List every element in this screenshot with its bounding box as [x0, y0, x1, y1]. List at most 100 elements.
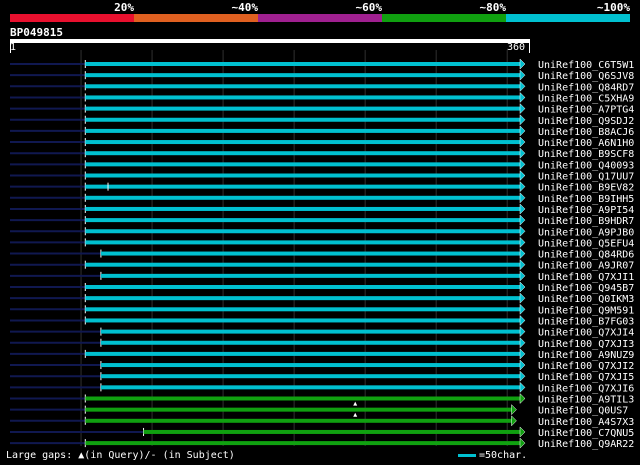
hit-name-link[interactable]: UniRef100_Q7XJI2	[538, 361, 634, 372]
alignment-plot: UniRef100_C6T5W1UniRef100_Q6SJV8UniRef10…	[10, 50, 634, 450]
hit-end-arrow	[519, 80, 526, 92]
hit-name-link[interactable]: UniRef100_C5XHA9	[538, 93, 634, 104]
gap-legend-query: (in Query)/	[84, 450, 151, 461]
hit-alignment-bar[interactable]	[85, 318, 520, 323]
hit-alignment-bar[interactable]	[85, 296, 520, 301]
hit-alignment-bar[interactable]	[100, 385, 520, 390]
hit-alignment-bar[interactable]	[100, 329, 520, 334]
hit-name-link[interactable]: UniRef100_B9IHH5	[538, 194, 634, 205]
hit-end-arrow	[519, 225, 526, 237]
hit-end-arrow	[519, 214, 526, 226]
hit-alignment-bar[interactable]	[100, 374, 520, 379]
hit-name-link[interactable]: UniRef100_Q9AR22	[538, 439, 634, 450]
hit-alignment-bar[interactable]	[85, 396, 520, 401]
hit-alignment-bar[interactable]	[85, 229, 520, 234]
hit-alignment-bar[interactable]	[85, 162, 520, 167]
hit-end-arrow	[519, 192, 526, 204]
hit-alignment-bar[interactable]	[100, 340, 520, 345]
gap-legend-subject: - (in Subject)	[150, 450, 235, 461]
hit-alignment-bar[interactable]	[85, 351, 520, 356]
hit-end-arrow	[519, 247, 526, 260]
hit-name-link[interactable]: UniRef100_Q7XJI3	[538, 339, 634, 350]
query-gap-marker	[353, 412, 358, 417]
hit-end-arrow	[519, 91, 526, 104]
hit-name-link[interactable]: UniRef100_B9HDR7	[538, 216, 634, 227]
hit-alignment-bar[interactable]	[85, 184, 520, 189]
hit-alignment-bar[interactable]	[85, 128, 520, 133]
hit-end-arrow	[519, 437, 526, 449]
hit-alignment-bar[interactable]	[85, 106, 520, 111]
hit-alignment-bar[interactable]	[85, 84, 520, 89]
hit-alignment-bar[interactable]	[85, 140, 520, 145]
hit-alignment-bar[interactable]	[85, 407, 512, 412]
hit-name-link[interactable]: UniRef100_A9TIL3	[538, 395, 634, 406]
hit-alignment-bar[interactable]	[85, 206, 520, 211]
hit-name-link[interactable]: UniRef100_Q7XJI1	[538, 272, 634, 283]
hit-alignment-bar[interactable]	[85, 307, 520, 312]
hit-alignment-bar[interactable]	[85, 151, 520, 156]
hit-alignment-bar[interactable]	[100, 363, 520, 368]
hit-name-link[interactable]: UniRef100_Q7XJI4	[538, 328, 634, 339]
hit-end-arrow	[519, 259, 526, 271]
hit-end-arrow	[519, 292, 526, 304]
hit-alignment-bar[interactable]	[85, 240, 520, 245]
hit-name-link[interactable]: UniRef100_Q84RD7	[538, 82, 634, 93]
hit-alignment-bar[interactable]	[85, 262, 520, 267]
hit-name-link[interactable]: UniRef100_A9JR07	[538, 261, 634, 272]
hit-end-arrow	[519, 270, 526, 282]
hit-end-arrow	[519, 314, 526, 327]
hit-alignment-bar[interactable]	[100, 273, 520, 278]
hit-end-arrow	[519, 181, 526, 193]
hit-name-link[interactable]: UniRef100_Q9M591	[538, 305, 634, 316]
hit-alignment-bar[interactable]	[85, 441, 520, 446]
hit-alignment-bar[interactable]	[85, 218, 520, 223]
hit-name-link[interactable]: UniRef100_A9PI54	[538, 205, 634, 216]
hit-name-link[interactable]: UniRef100_A7PTG4	[538, 105, 634, 116]
hit-alignment-bar[interactable]	[85, 285, 520, 289]
hit-name-link[interactable]: UniRef100_Q84RD6	[538, 250, 634, 261]
hit-alignment-bar[interactable]	[85, 418, 512, 423]
hit-end-arrow	[519, 392, 526, 405]
hit-name-link[interactable]: UniRef100_B9SCF8	[538, 149, 634, 160]
hit-name-link[interactable]: UniRef100_Q5EFU4	[538, 238, 634, 249]
hit-end-arrow	[519, 169, 526, 182]
hit-name-link[interactable]: UniRef100_Q0IKM3	[538, 294, 634, 305]
hit-alignment-bar[interactable]	[85, 173, 520, 178]
hit-name-link[interactable]: UniRef100_Q945B7	[538, 283, 634, 294]
hit-name-link[interactable]: UniRef100_A9NUZ9	[538, 350, 634, 361]
hit-name-link[interactable]: UniRef100_A9PJB0	[538, 227, 634, 238]
hit-name-link[interactable]: UniRef100_A6N1H0	[538, 138, 634, 149]
hit-name-link[interactable]: UniRef100_Q6SJV8	[538, 71, 634, 82]
hit-alignment-bar[interactable]	[85, 95, 520, 100]
hit-name-link[interactable]: UniRef100_Q9SDJ2	[538, 116, 634, 127]
hit-end-arrow	[519, 337, 526, 349]
hit-name-link[interactable]: UniRef100_B8ACJ6	[538, 127, 634, 138]
hit-end-arrow	[519, 381, 526, 393]
hit-name-link[interactable]: UniRef100_Q7XJI5	[538, 372, 634, 383]
scale-bar	[458, 453, 476, 457]
hit-alignment-bar[interactable]	[85, 195, 520, 200]
gap-legend: Large gaps: ▲(in Query)/- (in Subject)	[6, 450, 235, 461]
hit-name-link[interactable]: UniRef100_A4S7X3	[538, 417, 634, 428]
scale-label: =50char.	[479, 450, 528, 461]
hit-end-arrow	[519, 325, 526, 338]
hit-name-link[interactable]: UniRef100_C7QNU5	[538, 428, 634, 439]
hit-end-arrow	[519, 102, 526, 115]
hit-alignment-bar[interactable]	[85, 62, 520, 66]
hit-name-link[interactable]: UniRef100_B7FG03	[538, 316, 634, 327]
hit-name-link[interactable]: UniRef100_Q40093	[538, 160, 634, 171]
hit-end-arrow	[519, 236, 526, 249]
hit-name-link[interactable]: UniRef100_Q0US7	[538, 406, 628, 417]
hit-name-link[interactable]: UniRef100_C6T5W1	[538, 60, 634, 71]
scale-legend: =50char.	[458, 450, 527, 461]
hit-name-link[interactable]: UniRef100_Q7XJI6	[538, 383, 634, 394]
hit-end-arrow	[511, 415, 517, 427]
hit-alignment-bar[interactable]	[100, 251, 520, 256]
hit-end-arrow	[519, 158, 526, 170]
hit-alignment-bar[interactable]	[85, 117, 520, 122]
hit-name-link[interactable]: UniRef100_B9EV82	[538, 183, 634, 194]
hit-alignment-bar[interactable]	[143, 429, 520, 434]
hit-name-link[interactable]: UniRef100_Q17UU7	[538, 172, 634, 183]
hit-end-arrow	[519, 303, 526, 315]
hit-alignment-bar[interactable]	[85, 73, 520, 78]
